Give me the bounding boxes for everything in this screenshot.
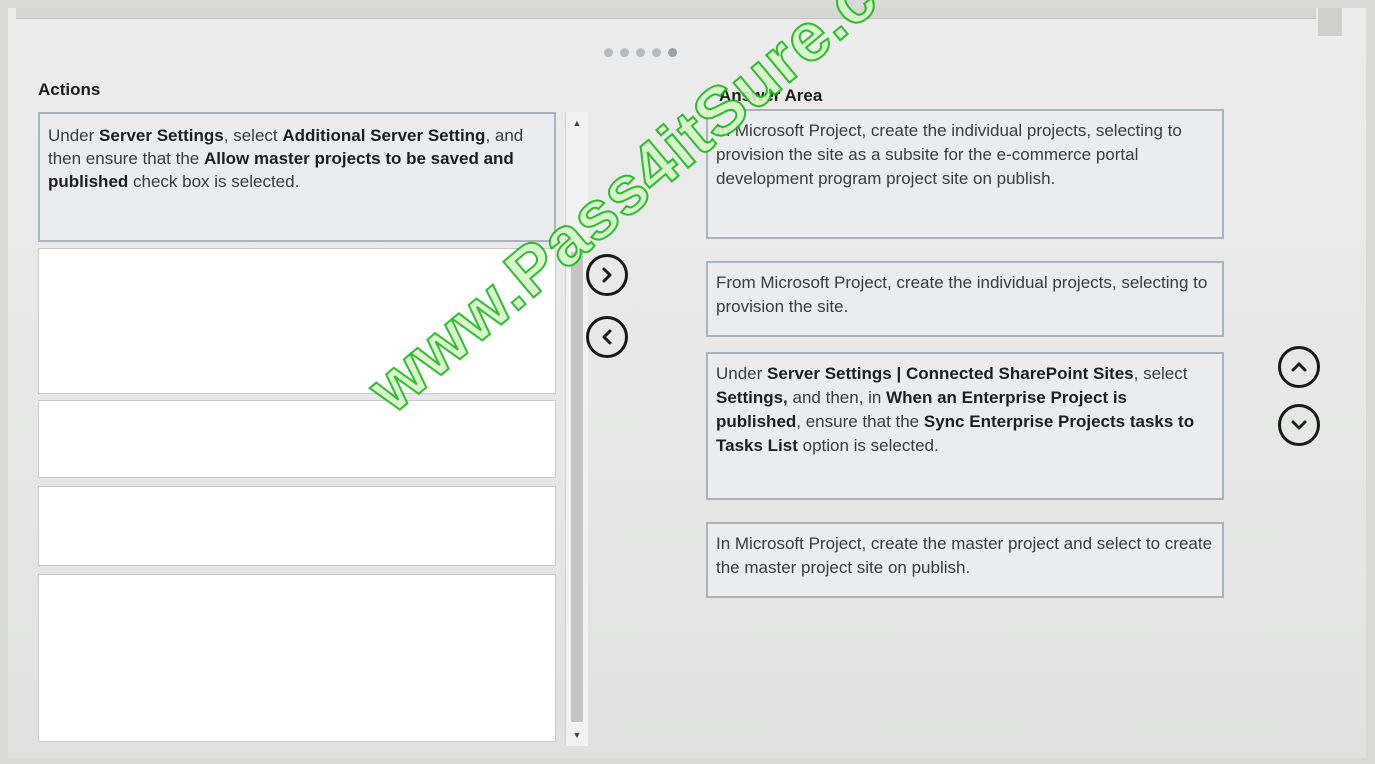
progress-dot [620,48,629,57]
action-slot-empty[interactable] [38,574,556,742]
action-slot-empty[interactable] [38,400,556,478]
chevron-down-icon [1291,420,1307,430]
action-item[interactable]: Under Server Settings, select Additional… [38,112,556,242]
actions-list: Under Server Settings, select Additional… [38,112,558,746]
answer-item[interactable]: Under Server Settings | Connected ShareP… [706,352,1224,500]
move-up-button[interactable] [1278,346,1320,388]
move-down-button[interactable] [1278,404,1320,446]
progress-dot [636,48,645,57]
answer-item[interactable]: In Microsoft Project, create the individ… [706,109,1224,239]
chevron-right-icon [602,267,612,283]
progress-dot [604,48,613,57]
exam-screen: Actions Answer Area Under Server Setting… [8,0,1366,758]
scroll-up-arrow-icon[interactable]: ▲ [566,114,588,132]
scroll-down-arrow-icon[interactable]: ▼ [566,726,588,744]
progress-dot-current [668,48,677,57]
window-frame-top [16,8,1316,19]
chevron-left-icon [602,329,612,345]
answer-item[interactable]: From Microsoft Project, create the indiv… [706,261,1224,337]
answer-item[interactable]: In Microsoft Project, create the master … [706,522,1224,598]
chevron-up-icon [1291,362,1307,372]
progress-indicator [604,48,677,57]
action-slot-empty[interactable] [38,486,556,566]
scrollbar-thumb[interactable] [571,252,583,722]
progress-dot [652,48,661,57]
actions-heading: Actions [38,80,101,99]
window-frame-corner [1318,8,1342,36]
move-left-button[interactable] [586,316,628,358]
